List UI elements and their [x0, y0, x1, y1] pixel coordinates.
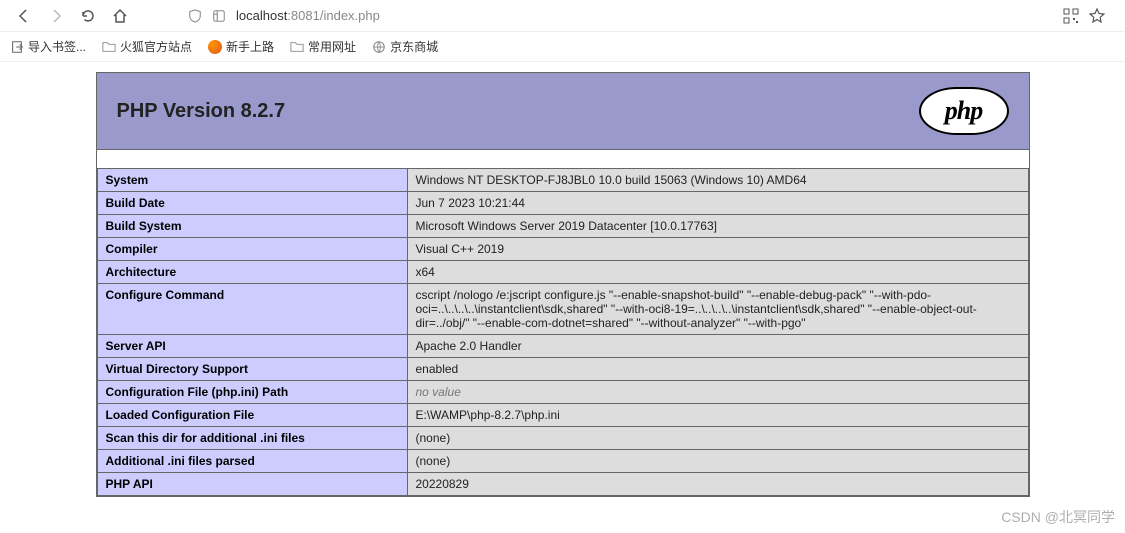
info-value: x64: [407, 261, 1028, 284]
info-value: cscript /nologo /e:jscript configure.js …: [407, 284, 1028, 335]
table-row: Configuration File (php.ini) Pathno valu…: [97, 381, 1028, 404]
table-row: Additional .ini files parsed(none): [97, 450, 1028, 473]
info-value: Visual C++ 2019: [407, 238, 1028, 261]
info-value: Apache 2.0 Handler: [407, 335, 1028, 358]
back-button[interactable]: [10, 2, 38, 30]
info-key: PHP API: [97, 473, 407, 496]
bookmark-star-icon[interactable]: [1089, 8, 1105, 24]
bookmark-item[interactable]: 火狐官方站点: [102, 38, 192, 55]
bookmark-item[interactable]: 京东商城: [372, 38, 438, 55]
url-text: localhost:8081/index.php: [236, 8, 380, 23]
page-content: PHP Version 8.2.7 php SystemWindows NT D…: [0, 62, 1125, 497]
home-button[interactable]: [106, 2, 134, 30]
firefox-icon: [208, 40, 222, 54]
table-row: SystemWindows NT DESKTOP-FJ8JBL0 10.0 bu…: [97, 169, 1028, 192]
table-row: CompilerVisual C++ 2019: [97, 238, 1028, 261]
info-value: enabled: [407, 358, 1028, 381]
info-value: Windows NT DESKTOP-FJ8JBL0 10.0 build 15…: [407, 169, 1028, 192]
bookmark-label: 火狐官方站点: [120, 38, 192, 55]
import-icon: [10, 40, 24, 54]
info-key: Additional .ini files parsed: [97, 450, 407, 473]
bookmark-label: 京东商城: [390, 38, 438, 55]
folder-icon: [102, 40, 116, 54]
info-value: Jun 7 2023 10:21:44: [407, 192, 1028, 215]
reload-button[interactable]: [74, 2, 102, 30]
info-key: Build System: [97, 215, 407, 238]
info-key: Configuration File (php.ini) Path: [97, 381, 407, 404]
page-title: PHP Version 8.2.7: [117, 100, 286, 123]
info-key: Virtual Directory Support: [97, 358, 407, 381]
info-key: Build Date: [97, 192, 407, 215]
import-bookmarks-button[interactable]: 导入书签...: [10, 38, 86, 55]
import-label: 导入书签...: [28, 38, 86, 55]
bookmark-item[interactable]: 新手上路: [208, 38, 274, 55]
bookmark-label: 常用网址: [308, 38, 356, 55]
folder-icon: [290, 40, 304, 54]
phpinfo-header: PHP Version 8.2.7 php: [97, 73, 1029, 150]
table-row: Configure Commandcscript /nologo /e:jscr…: [97, 284, 1028, 335]
info-key: Loaded Configuration File: [97, 404, 407, 427]
phpinfo-table: SystemWindows NT DESKTOP-FJ8JBL0 10.0 bu…: [97, 168, 1029, 496]
info-value: Microsoft Windows Server 2019 Datacenter…: [407, 215, 1028, 238]
table-row: Loaded Configuration FileE:\WAMP\php-8.2…: [97, 404, 1028, 427]
info-value: 20220829: [407, 473, 1028, 496]
globe-icon: [372, 40, 386, 54]
bookmark-item[interactable]: 常用网址: [290, 38, 356, 55]
info-key: Scan this dir for additional .ini files: [97, 427, 407, 450]
info-value: (none): [407, 427, 1028, 450]
info-value: E:\WAMP\php-8.2.7\php.ini: [407, 404, 1028, 427]
table-row: Architecturex64: [97, 261, 1028, 284]
page-info-icon[interactable]: [212, 9, 226, 23]
info-key: Architecture: [97, 261, 407, 284]
info-key: Configure Command: [97, 284, 407, 335]
info-key: Compiler: [97, 238, 407, 261]
phpinfo-container: PHP Version 8.2.7 php SystemWindows NT D…: [96, 72, 1030, 497]
info-key: Server API: [97, 335, 407, 358]
browser-toolbar: localhost:8081/index.php: [0, 0, 1125, 32]
info-value: (none): [407, 450, 1028, 473]
info-value: no value: [407, 381, 1028, 404]
url-bar[interactable]: localhost:8081/index.php: [188, 2, 1049, 30]
table-row: Server APIApache 2.0 Handler: [97, 335, 1028, 358]
table-row: Virtual Directory Supportenabled: [97, 358, 1028, 381]
qr-icon[interactable]: [1063, 8, 1079, 24]
watermark: CSDN @北冥同学: [1001, 507, 1115, 527]
info-key: System: [97, 169, 407, 192]
table-row: Build SystemMicrosoft Windows Server 201…: [97, 215, 1028, 238]
table-row: PHP API20220829: [97, 473, 1028, 496]
bookmarks-bar: 导入书签... 火狐官方站点 新手上路 常用网址 京东商城: [0, 32, 1125, 62]
bookmark-label: 新手上路: [226, 38, 274, 55]
table-row: Build DateJun 7 2023 10:21:44: [97, 192, 1028, 215]
table-row: Scan this dir for additional .ini files(…: [97, 427, 1028, 450]
php-logo: php: [919, 87, 1009, 135]
forward-button[interactable]: [42, 2, 70, 30]
shield-icon: [188, 9, 202, 23]
